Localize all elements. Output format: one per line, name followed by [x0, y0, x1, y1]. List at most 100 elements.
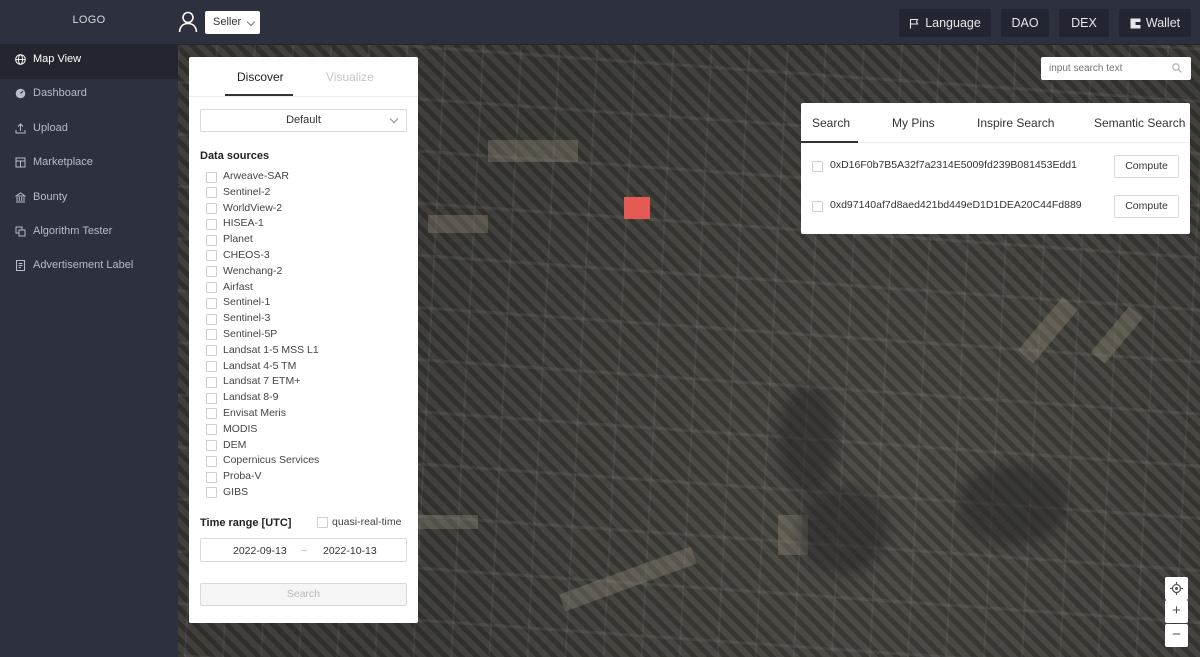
- active-tab-indicator: [225, 94, 293, 96]
- chevron-down-icon: [389, 114, 399, 124]
- checkbox[interactable]: [206, 440, 217, 452]
- checkbox[interactable]: [206, 424, 217, 436]
- preset-select-value: Default: [286, 114, 321, 126]
- search-button[interactable]: Search: [200, 583, 407, 606]
- user-icon[interactable]: [178, 11, 198, 33]
- label-icon: [16, 260, 25, 272]
- checkbox[interactable]: [206, 455, 217, 467]
- checkbox[interactable]: [206, 471, 217, 483]
- sidebar-item-label: Map View: [33, 53, 82, 65]
- checkbox[interactable]: [206, 392, 217, 404]
- data-source-item[interactable]: MODIS: [206, 422, 406, 438]
- zoom-out-button[interactable]: −: [1165, 624, 1188, 647]
- zoom-in-button[interactable]: +: [1165, 600, 1188, 623]
- dex-label: DEX: [1071, 16, 1097, 30]
- data-source-item[interactable]: Sentinel-1: [206, 295, 406, 311]
- quasi-real-time-checkbox[interactable]: quasi-real-time: [317, 516, 401, 528]
- checkbox[interactable]: [206, 329, 217, 341]
- dex-button[interactable]: DEX: [1059, 9, 1109, 37]
- date-range-picker[interactable]: 2022-09-13 ~ 2022-10-13: [200, 538, 407, 562]
- map-smoke: [958, 465, 1068, 545]
- checkbox[interactable]: [206, 187, 217, 199]
- dao-button[interactable]: DAO: [1001, 9, 1049, 37]
- data-source-item[interactable]: DEM: [206, 438, 406, 454]
- data-source-item[interactable]: HISEA-1: [206, 216, 406, 232]
- quasi-real-time-label: quasi-real-time: [332, 516, 402, 528]
- data-source-item[interactable]: Planet: [206, 232, 406, 248]
- data-source-item[interactable]: GIBS: [206, 485, 406, 501]
- tab-discover[interactable]: Discover: [237, 70, 284, 84]
- checkbox[interactable]: [206, 376, 217, 388]
- result-checkbox[interactable]: [812, 161, 823, 172]
- locate-button[interactable]: [1165, 577, 1188, 600]
- data-source-item[interactable]: Arweave-SAR: [206, 169, 406, 185]
- sidebar-item-dashboard[interactable]: Dashboard: [0, 79, 178, 113]
- checkbox[interactable]: [206, 250, 217, 262]
- sidebar-item-marketplace[interactable]: Marketplace: [0, 148, 178, 182]
- data-source-item[interactable]: Sentinel-2: [206, 185, 406, 201]
- sidebar-item-label: Upload: [33, 121, 68, 134]
- data-source-item[interactable]: Proba-V: [206, 469, 406, 485]
- preset-select[interactable]: Default: [200, 109, 407, 132]
- checkbox[interactable]: [206, 266, 217, 278]
- tab-search[interactable]: Search: [812, 116, 850, 130]
- checkbox[interactable]: [206, 408, 217, 420]
- tab-visualize[interactable]: Visualize: [326, 70, 374, 84]
- checkbox[interactable]: [206, 313, 217, 325]
- wallet-button[interactable]: Wallet: [1119, 9, 1191, 37]
- data-source-item[interactable]: Sentinel-5P: [206, 327, 406, 343]
- data-source-item[interactable]: Landsat 1-5 MSS L1: [206, 343, 406, 359]
- date-end[interactable]: 2022-10-13: [323, 545, 377, 557]
- data-source-item[interactable]: WorldView-2: [206, 201, 406, 217]
- checkbox[interactable]: [206, 487, 217, 499]
- tab-semantic-search[interactable]: Semantic Search: [1094, 116, 1185, 130]
- discover-panel: Discover Visualize Default Data sources …: [189, 57, 418, 623]
- search-icon[interactable]: [1172, 63, 1182, 73]
- checkbox[interactable]: [206, 171, 217, 183]
- result-checkbox[interactable]: [812, 201, 823, 212]
- checkbox[interactable]: [206, 297, 217, 309]
- sidebar-item-advertisement-label[interactable]: Advertisement Label: [0, 251, 178, 285]
- map-search-input[interactable]: [1041, 57, 1191, 80]
- checkbox[interactable]: [206, 361, 217, 373]
- data-source-item[interactable]: CHEOS-3: [206, 248, 406, 264]
- checkbox[interactable]: [206, 282, 217, 294]
- compute-button[interactable]: Compute: [1114, 195, 1179, 218]
- sidebar-item-bounty[interactable]: Bounty: [0, 183, 178, 217]
- results-panel: Search My Pins Inspire Search Semantic S…: [801, 103, 1190, 234]
- role-select[interactable]: Seller: [205, 11, 260, 34]
- data-source-item[interactable]: Copernicus Services: [206, 453, 406, 469]
- checkbox[interactable]: [206, 203, 217, 215]
- sidebar-item-algorithm-tester[interactable]: Algorithm Tester: [0, 217, 178, 251]
- map-building: [1090, 306, 1144, 364]
- checkbox[interactable]: [206, 218, 217, 230]
- result-row: 0xd97140af7d8aed421bd449eD1D1DEA20C44Fd8…: [812, 195, 1182, 219]
- language-button[interactable]: Language: [899, 9, 991, 37]
- data-source-label: HISEA-1: [223, 217, 264, 230]
- data-source-item[interactable]: Envisat Meris: [206, 406, 406, 422]
- data-source-item[interactable]: Landsat 4-5 TM: [206, 359, 406, 375]
- checkbox[interactable]: [317, 517, 328, 528]
- data-source-item[interactable]: Landsat 8-9: [206, 390, 406, 406]
- sidebar-item-map-view[interactable]: Map View: [0, 45, 178, 80]
- data-source-item[interactable]: Landsat 7 ETM+: [206, 374, 406, 390]
- data-source-label: CHEOS-3: [223, 248, 270, 261]
- data-source-label: Airfast: [223, 280, 253, 293]
- dashboard-icon: [15, 89, 26, 99]
- results-tabs: Search My Pins Inspire Search Semantic S…: [801, 103, 1190, 143]
- data-source-item[interactable]: Airfast: [206, 280, 406, 296]
- date-start[interactable]: 2022-09-13: [233, 545, 287, 557]
- checkbox[interactable]: [206, 234, 217, 246]
- map-building: [428, 215, 488, 233]
- panel-tabs: Discover Visualize: [189, 57, 418, 97]
- map-smoke: [798, 485, 888, 575]
- globe-icon: [15, 54, 26, 65]
- data-source-item[interactable]: Wenchang-2: [206, 264, 406, 280]
- compute-button[interactable]: Compute: [1114, 155, 1179, 178]
- checkbox[interactable]: [206, 345, 217, 357]
- sidebar-item-upload[interactable]: Upload: [0, 114, 178, 148]
- data-source-item[interactable]: Sentinel-3: [206, 311, 406, 327]
- top-bar: LOGO Seller Language DAO DEX Wallet: [0, 0, 1200, 45]
- tab-inspire-search[interactable]: Inspire Search: [977, 116, 1054, 130]
- tab-my-pins[interactable]: My Pins: [892, 116, 935, 130]
